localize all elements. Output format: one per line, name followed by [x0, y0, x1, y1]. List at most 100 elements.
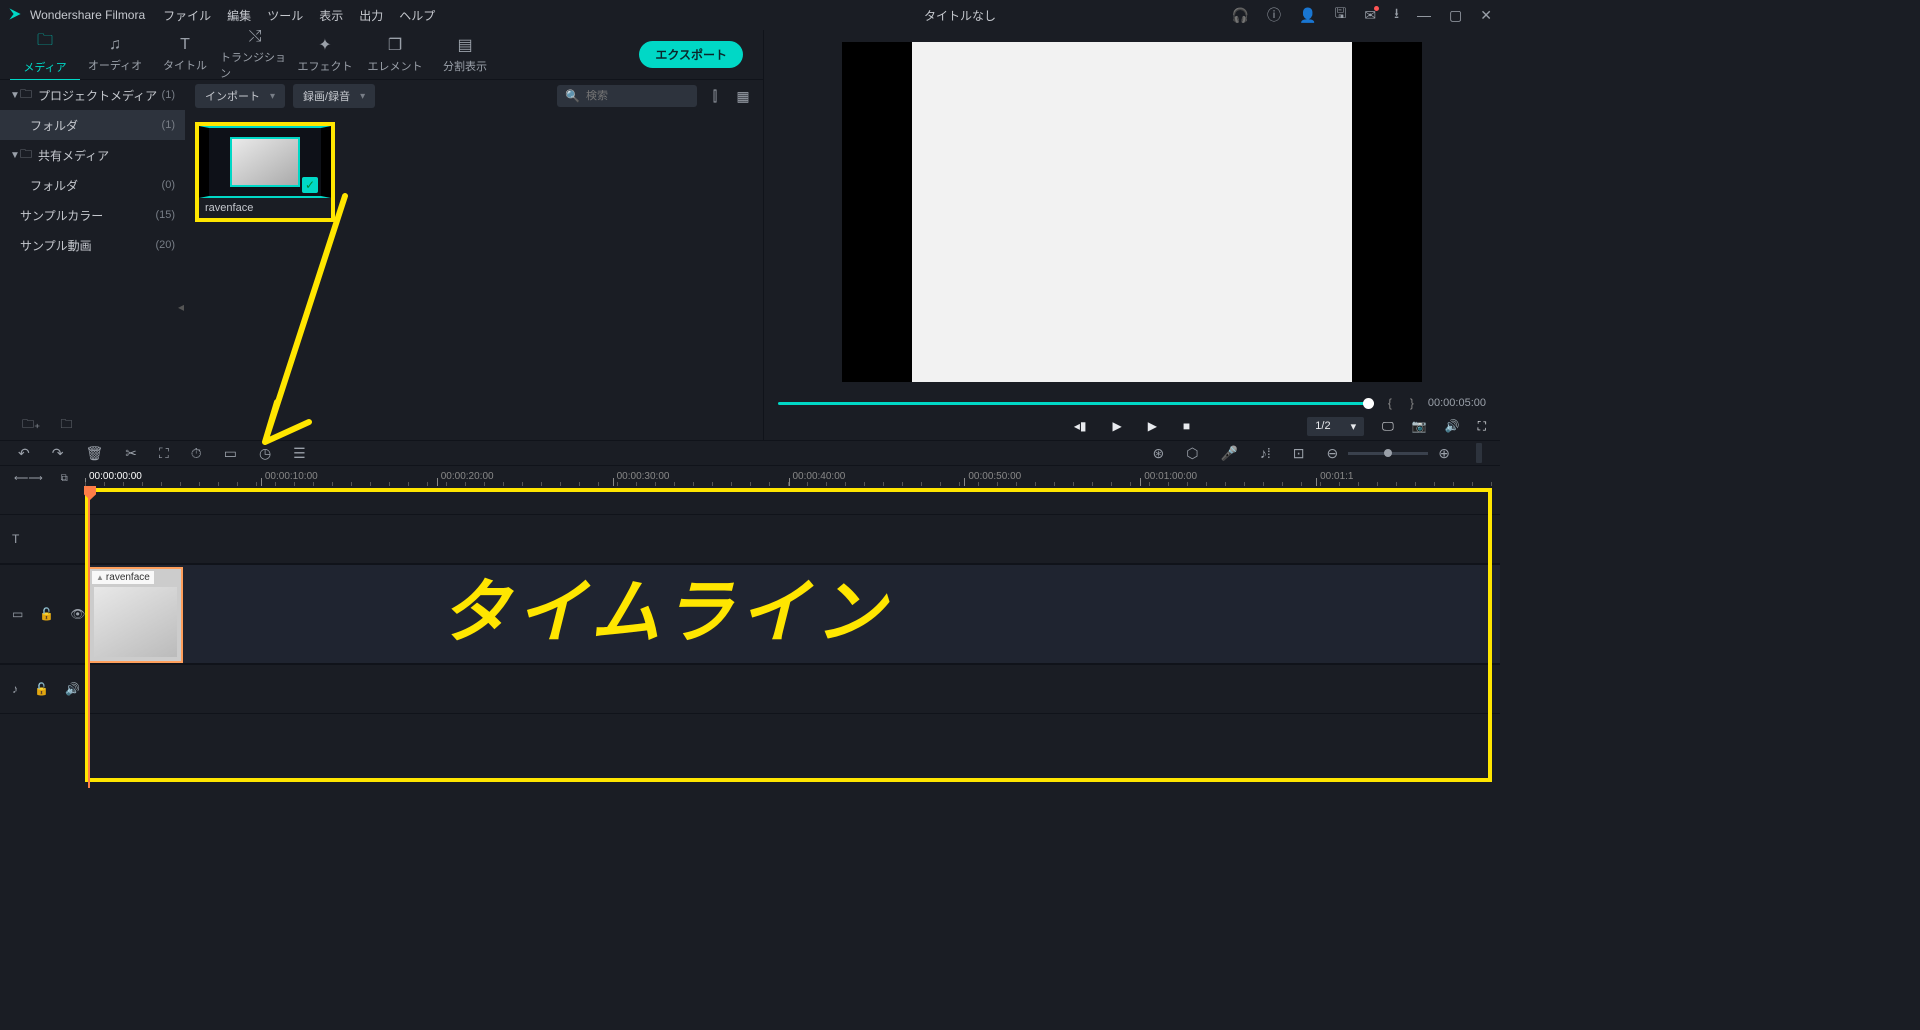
volume-icon[interactable]: 🔊 [1445, 419, 1460, 433]
tab-transition[interactable]: ⤭トランジション [220, 28, 290, 81]
layers-icon: ❐ [388, 35, 402, 55]
sidebar-item-folder[interactable]: フォルダ(1) [0, 110, 185, 140]
lock-icon[interactable]: 🔓 [34, 682, 49, 696]
text-track-icon: T [12, 532, 19, 546]
playhead-time: 00:00:00:00 [89, 471, 142, 482]
media-item-ravenface[interactable]: ✓ ravenface [195, 122, 335, 222]
stop-icon[interactable]: ■ [1183, 419, 1190, 433]
cut-icon[interactable]: ✂ [125, 445, 137, 462]
menu-help[interactable]: ヘルプ [399, 7, 435, 24]
crop-icon[interactable]: ⛶ [159, 445, 169, 462]
app-name: Wondershare Filmora [30, 8, 145, 22]
color-icon[interactable]: ▭ [224, 445, 237, 462]
tab-split[interactable]: ▤分割表示 [430, 35, 500, 74]
settings-icon[interactable]: ☰ [293, 445, 306, 462]
chevron-down-icon: ▾ [360, 91, 365, 102]
render-icon[interactable]: ⊛ [1153, 445, 1165, 462]
timeline-scale-icon[interactable] [1476, 443, 1482, 463]
media-thumbnail [230, 137, 300, 187]
monitor-icon[interactable]: 🖵 [1382, 419, 1394, 434]
menu-file[interactable]: ファイル [163, 7, 211, 24]
sparkle-icon: ✦ [318, 35, 331, 55]
tab-element[interactable]: ❐エレメント [360, 35, 430, 74]
account-icon[interactable]: 👤 [1299, 7, 1316, 24]
zoom-in-icon[interactable]: ⊕ [1438, 445, 1450, 462]
tab-row: 🗀メディア ♫オーディオ Tタイトル ⤭トランジション ✦エフェクト ❐エレメン… [0, 30, 763, 80]
save-icon[interactable]: 🖫 [1334, 3, 1346, 27]
redo-icon[interactable]: ↷ [52, 445, 64, 462]
audio-track-icon: ♪ [12, 682, 18, 696]
notification-icon[interactable]: ✉ [1364, 7, 1376, 24]
sidebar-collapse-icon[interactable]: ◂ [178, 300, 184, 314]
timeline-toolbar: ↶ ↷ 🗑 ✂ ⛶ ⏱ ▭ ◷ ☰ ⊛ ⬡ 🎤 ♪⁞ ⊡ ⊖ ⊕ [0, 440, 1500, 466]
speed-icon[interactable]: ⏱ [191, 445, 202, 462]
video-track[interactable]: ▭ 🔓 👁 ravenface [0, 564, 1500, 664]
sidebar-item-project-media[interactable]: ▼🗀プロジェクトメディア(1) [0, 80, 185, 110]
zoom-out-icon[interactable]: ⊖ [1327, 445, 1339, 462]
tab-title[interactable]: Tタイトル [150, 36, 220, 73]
preview-scrubber[interactable] [778, 402, 1374, 405]
media-sidebar: ▼🗀プロジェクトメディア(1) フォルダ(1) ▼🗀共有メディア フォルダ(0)… [0, 80, 185, 410]
video-track-icon: ▭ [12, 607, 23, 621]
support-icon[interactable]: 🎧 [1232, 7, 1249, 24]
preview-area[interactable] [764, 30, 1500, 394]
window-maximize-icon[interactable]: ▢ [1449, 7, 1462, 24]
media-grid: ✓ ravenface [185, 112, 763, 410]
sidebar-item-sample-video[interactable]: サンプル動画(20) [0, 230, 185, 260]
project-title: タイトルなし [924, 7, 996, 24]
tab-effect[interactable]: ✦エフェクト [290, 35, 360, 74]
link-icon[interactable]: ⧉ [61, 473, 68, 484]
window-close-icon[interactable]: ✕ [1480, 7, 1492, 24]
menu-view[interactable]: 表示 [319, 7, 343, 24]
keyframe-icon[interactable]: ⊡ [1293, 445, 1305, 462]
import-dropdown[interactable]: インポート▾ [195, 84, 285, 108]
timeline[interactable]: タイムライン T ▭ 🔓 👁 ravenface ♪ 🔓 🔊 [0, 486, 1500, 788]
voiceover-icon[interactable]: 🎤 [1220, 445, 1237, 462]
preview-duration: 00:00:05:00 [1428, 397, 1486, 409]
prev-frame-icon[interactable]: ◂▮ [1074, 419, 1087, 433]
export-button[interactable]: エクスポート [639, 41, 743, 68]
play-icon[interactable]: ▶ [1112, 419, 1121, 433]
zoom-slider[interactable] [1348, 452, 1428, 455]
menu-tool[interactable]: ツール [267, 7, 303, 24]
timeline-nav-icon[interactable]: ⟵⟶ [14, 473, 43, 484]
search-input[interactable]: 🔍 [557, 85, 697, 107]
record-dropdown[interactable]: 録画/録音▾ [293, 84, 375, 108]
snapshot-icon[interactable]: 📷 [1412, 419, 1427, 433]
lock-icon[interactable]: 🔓 [39, 607, 54, 621]
sidebar-item-shared-media[interactable]: ▼🗀共有メディア [0, 140, 185, 170]
filter-icon[interactable]: ⫿ [705, 88, 725, 105]
text-icon: T [180, 36, 190, 54]
fullscreen-icon[interactable]: ⛶ [1478, 419, 1486, 434]
new-folder-icon[interactable]: 🗀₊ [22, 415, 40, 436]
sidebar-item-shared-folder[interactable]: フォルダ(0) [0, 170, 185, 200]
timeline-ruler[interactable]: ⟵⟶ ⧉ 00:00:00:00 00:00:10:00 00:00:20:00… [0, 466, 1500, 486]
audio-mix-icon[interactable]: ♪⁞ [1260, 445, 1271, 461]
tab-audio[interactable]: ♫オーディオ [80, 36, 150, 73]
text-track[interactable]: T [0, 514, 1500, 564]
eye-icon[interactable]: 👁 [70, 607, 85, 621]
playhead[interactable] [88, 486, 90, 788]
chevron-down-icon: ▾ [270, 91, 275, 102]
duration-icon[interactable]: ◷ [259, 445, 271, 462]
speaker-icon[interactable]: 🔊 [65, 682, 80, 696]
next-frame-icon[interactable]: ▶ [1148, 419, 1157, 433]
delete-icon[interactable]: 🗑 [85, 445, 103, 462]
folder-icon: 🗀 [20, 85, 38, 106]
menu-edit[interactable]: 編集 [227, 7, 251, 24]
audio-track[interactable]: ♪ 🔓 🔊 [0, 664, 1500, 714]
menu-output[interactable]: 出力 [359, 7, 383, 24]
undo-icon[interactable]: ↶ [18, 445, 30, 462]
info-icon[interactable]: ⓘ [1267, 5, 1281, 25]
download-icon[interactable]: ⭳ [1394, 3, 1399, 27]
folder-icon: 🗀 [37, 29, 53, 56]
player-controls: ◂▮ ▶ ▶ ■ 1/2▾ 🖵 📷 🔊 ⛶ [764, 412, 1500, 440]
sidebar-item-sample-color[interactable]: サンプルカラー(15) [0, 200, 185, 230]
timeline-clip-ravenface[interactable]: ravenface [88, 567, 183, 663]
open-folder-icon[interactable]: 🗀 [60, 415, 72, 436]
tab-media[interactable]: 🗀メディア [10, 29, 80, 81]
preview-ratio-dropdown[interactable]: 1/2▾ [1307, 417, 1364, 436]
marker-icon[interactable]: ⬡ [1186, 445, 1198, 462]
grid-view-icon[interactable]: ▦ [733, 88, 753, 105]
window-minimize-icon[interactable]: ― [1417, 7, 1431, 23]
